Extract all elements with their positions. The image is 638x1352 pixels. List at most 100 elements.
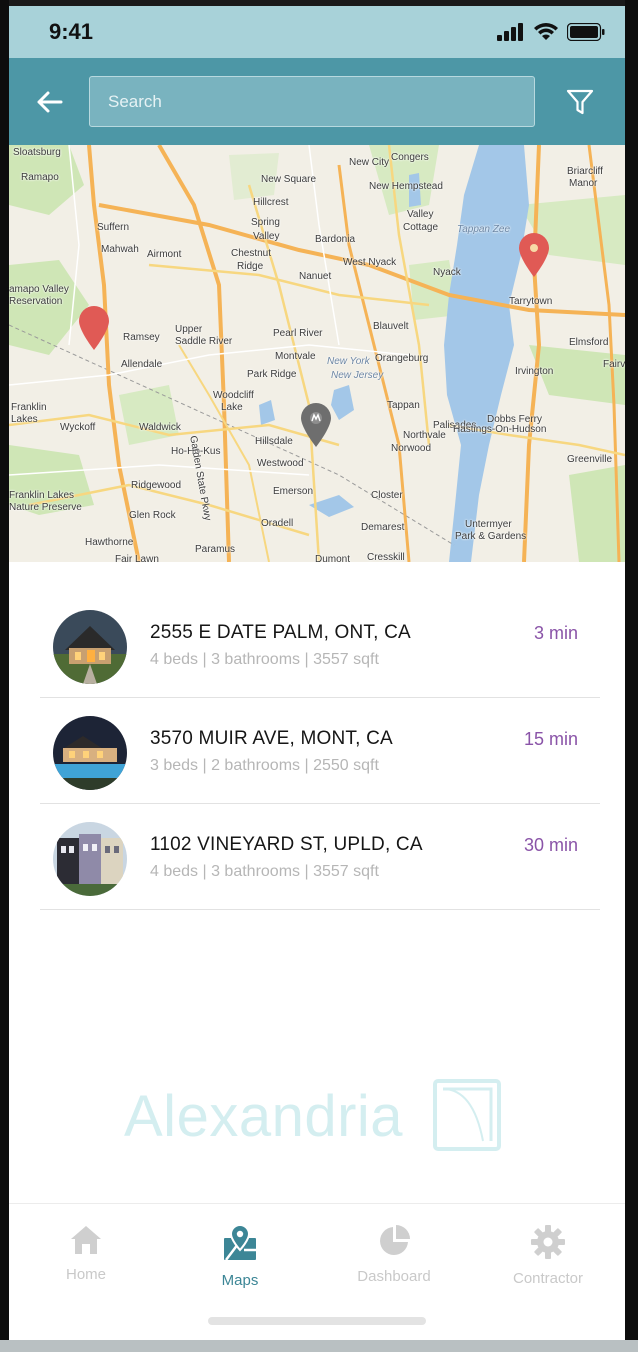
listing-eta: 15 min [523, 729, 578, 749]
map-place-label: Park Ridge [247, 369, 297, 380]
listing-item[interactable]: 3570 MUIR AVE, MONT, CA 3 beds | 2 bathr… [40, 698, 600, 804]
map-place-label: Nanuet [299, 271, 332, 282]
map-place-label: Tappan [387, 400, 420, 411]
map-place-label: Upper [175, 324, 203, 335]
listing-list: 2555 E DATE PALM, ONT, CA 4 beds | 3 bat… [40, 592, 600, 910]
home-indicator [208, 1317, 426, 1325]
tab-home-label: Home [65, 1266, 106, 1283]
device-left-edge [0, 0, 9, 1352]
map-place-label: Northvale [403, 430, 446, 441]
map-place-label: Franklin [11, 402, 47, 413]
map-place-label: Hawthorne [85, 537, 134, 548]
map-place-label: Briarcliff [567, 166, 603, 177]
map-place-label: Hastings-On-Hudson [453, 424, 547, 435]
search-box [89, 76, 535, 127]
filter-button[interactable] [535, 58, 625, 145]
map-place-label: Mahwah [101, 244, 139, 255]
signal-icon [497, 23, 523, 41]
map-place-label: Fairv [603, 359, 625, 370]
map-place-label: Hillsdale [255, 436, 293, 447]
map-place-label: Chestnut [231, 248, 272, 259]
map-place-label: Blauvelt [373, 321, 409, 332]
map-place-label: Allendale [121, 359, 163, 370]
pie-chart-icon [380, 1225, 410, 1255]
funnel-icon [566, 89, 594, 114]
map-place-label: Fair Lawn [115, 554, 159, 563]
map-place-label: Pearl River [273, 328, 323, 339]
map-place-label: Norwood [391, 443, 432, 454]
map-place-label: Westwood [257, 458, 304, 469]
listing-address: 2555 E DATE PALM, ONT, CA [150, 622, 411, 643]
listing-address: 1102 VINEYARD ST, UPLD, CA [150, 834, 423, 855]
home-icon [71, 1226, 101, 1254]
status-bar: 9:41 [9, 6, 625, 58]
map-place-label: Woodcliff [213, 390, 254, 401]
map-place-label: Franklin Lakes [9, 490, 75, 501]
listing-item[interactable]: 1102 VINEYARD ST, UPLD, CA 4 beds | 3 ba… [40, 804, 600, 910]
map-pin-icon [301, 403, 331, 447]
map-place-label: Ridge [237, 261, 264, 272]
property-photo [53, 716, 127, 790]
map-place-label: Cottage [403, 222, 439, 233]
map-place-label: Sloatsburg [13, 147, 61, 158]
map-place-label: Glen Rock [129, 510, 176, 521]
map-place-label: Closter [371, 490, 403, 501]
map-place-label: New Hempstead [369, 181, 443, 192]
map-place-label: Nyack [433, 267, 461, 278]
map-place-label: Suffern [97, 222, 130, 233]
property-photo-image [53, 716, 127, 790]
map-place-label: Valley [407, 209, 434, 220]
map-place-label: Waldwick [139, 422, 181, 433]
property-photo [53, 610, 127, 684]
brand-watermark: Alexandria [124, 1076, 524, 1156]
map-place-label: Reservation [9, 296, 63, 307]
gear-icon [531, 1225, 565, 1259]
map-place-label: Tarrytown [509, 296, 553, 307]
map-place-label: Nature Preserve [9, 502, 82, 513]
tab-contractor[interactable]: Contractor [488, 1224, 608, 1287]
tab-dashboard[interactable]: Dashboard [334, 1224, 454, 1285]
map-base [9, 145, 625, 562]
device-bottom-strip [0, 1340, 638, 1352]
map-place-label: Ramsey [123, 332, 160, 343]
map-place-label: Demarest [361, 522, 405, 533]
map-place-label: West Nyack [343, 257, 397, 268]
listing-item[interactable]: 2555 E DATE PALM, ONT, CA 4 beds | 3 bat… [40, 592, 600, 698]
tab-home[interactable]: Home [26, 1224, 146, 1283]
map-place-label: New Jersey [331, 370, 384, 381]
map-place-label: Park & Gardens [455, 531, 527, 542]
map-pin-icon [79, 306, 109, 350]
map-view[interactable]: Sloatsburg Ramapo Suffern Mahwah amapo Valle… [9, 145, 625, 562]
tab-dashboard-label: Dashboard [357, 1268, 431, 1285]
header-bar [9, 58, 625, 145]
brand-logo-icon [433, 1079, 502, 1151]
map-place-label: Orangeburg [375, 353, 429, 364]
battery-icon [567, 23, 605, 41]
arrow-left-icon [37, 91, 63, 112]
map-place-label: amapo Valley [9, 284, 69, 295]
listing-details: 4 beds | 3 bathrooms | 3557 sqft [150, 863, 379, 880]
map-place-label: New City [349, 157, 390, 168]
brand-watermark-text: Alexandria [124, 1083, 404, 1149]
listing-eta: 30 min [523, 835, 578, 855]
map-place-label: Lake [221, 402, 243, 413]
map-place-label: New York [327, 356, 370, 367]
listing-address: 3570 MUIR AVE, MONT, CA [150, 728, 393, 749]
map-place-label: Montvale [275, 351, 316, 362]
map-place-label: Untermyer [465, 519, 512, 530]
tab-contractor-label: Contractor [512, 1270, 584, 1287]
map-place-label: Ridgewood [131, 480, 182, 491]
search-input[interactable] [108, 91, 534, 112]
map-place-label: Wyckoff [60, 422, 96, 433]
status-time: 9:41 [49, 19, 94, 44]
map-place-label: Saddle River [175, 336, 233, 347]
map-place-label: Greenville [567, 454, 613, 465]
map-pin-icon [519, 233, 549, 277]
back-button[interactable] [9, 58, 89, 145]
tab-maps[interactable]: Maps [180, 1224, 300, 1289]
map-pin-icon [224, 1224, 256, 1261]
map-place-label: Manor [569, 178, 598, 189]
map-place-label: Dumont [315, 554, 351, 563]
property-photo-image [53, 610, 127, 684]
map-place-label: Paramus [195, 544, 236, 555]
